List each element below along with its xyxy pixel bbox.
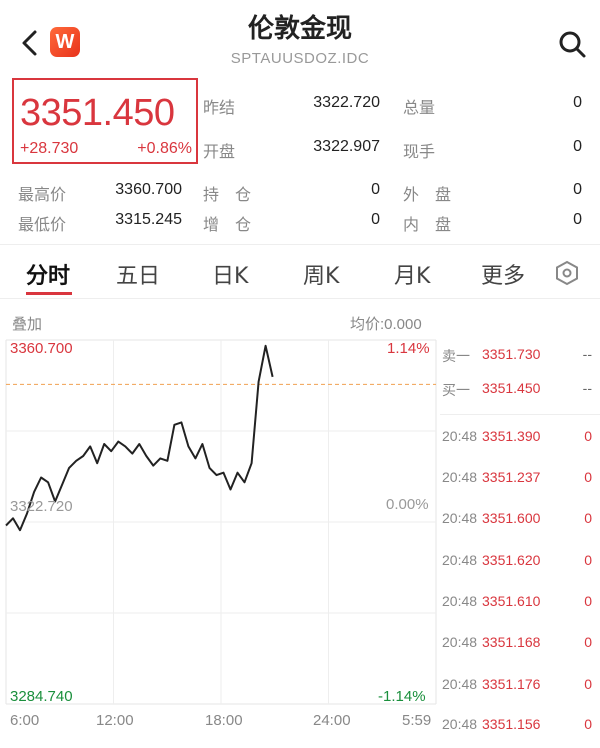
period-tabs: 分时 五日 日K 周K 月K 更多 [0,248,600,298]
tick-time: 20:48 [442,552,478,568]
tab-daily-k[interactable]: 日K [212,258,248,290]
time-label: 5:59 [402,712,432,729]
tick-time: 20:48 [442,593,478,609]
add-value: 0 [371,211,380,228]
tick-volume: 0 [584,428,592,444]
inner-value: 0 [573,211,582,228]
prev-close-value: 3322.720 [313,94,380,111]
ask-volume: -- [582,346,592,362]
tab-intraday[interactable]: 分时 [26,258,70,290]
tick-price: 3351.610 [482,593,541,609]
price-change-pct: +0.86% [137,140,192,157]
price-change: +28.730 [20,140,79,157]
tick-volume: 0 [584,676,592,692]
chart-top-price: 3360.700 [10,340,73,357]
time-label: 24:00 [313,712,351,729]
settings-hex-icon[interactable] [554,260,580,286]
page-title: 伦敦金现 [247,14,352,44]
tick-price: 3351.168 [482,634,541,650]
add-label: 增 仓 [203,217,252,234]
ask-price: 3351.730 [482,346,541,362]
tick-time: 20:48 [442,428,478,444]
active-tab-indicator [26,292,72,295]
divider [0,298,600,299]
time-label: 12:00 [96,712,134,729]
tick-price: 3351.390 [482,428,541,444]
ask-row: 卖一 3351.730 -- [440,346,600,366]
tick-price: 3351.156 [482,716,541,732]
tick-time: 20:48 [442,510,478,526]
tick-row: 20:48 3351.600 0 [440,510,600,530]
tick-volume: 0 [584,634,592,650]
bid-row: 买一 3351.450 -- [440,380,600,400]
tab-five-day[interactable]: 五日 [116,258,160,290]
volume-label: 总量 [403,100,436,117]
open-value: 3322.907 [313,138,380,155]
tick-time: 20:48 [442,634,478,650]
tick-time: 20:48 [442,716,478,732]
prev-close-label: 昨结 [203,100,236,117]
bid-label: 买一 [442,382,470,398]
tab-monthly-k[interactable]: 月K [394,258,430,290]
search-icon[interactable] [556,28,588,60]
tab-more[interactable]: 更多 [481,258,525,290]
intraday-chart[interactable] [0,336,440,710]
ask-label: 卖一 [442,348,470,364]
outer-value: 0 [573,181,582,198]
tick-row: 20:48 3351.156 0 [440,716,600,736]
time-label: 6:00 [10,712,40,729]
chart-top-pct: 1.14% [387,340,430,357]
low-label: 最低价 [18,217,67,234]
inner-label: 内 盘 [403,217,452,234]
tab-weekly-k[interactable]: 周K [303,258,339,290]
tick-row: 20:48 3351.610 0 [440,593,600,613]
chart-bottom-price: 3284.740 [10,688,73,705]
overlay-button[interactable]: 叠加 [12,313,42,334]
hand-label: 现手 [403,144,436,161]
hand-value: 0 [573,138,582,155]
divider [0,244,600,245]
tick-price: 3351.620 [482,552,541,568]
tick-price: 3351.600 [482,510,541,526]
tick-row: 20:48 3351.390 0 [440,428,600,448]
divider [440,414,600,415]
bid-volume: -- [582,380,592,396]
symbol-code: SPTAUUSDOZ.IDC [230,50,370,67]
low-value: 3315.245 [115,211,182,228]
tick-row: 20:48 3351.176 0 [440,676,600,696]
tick-time: 20:48 [442,469,478,485]
tick-price: 3351.176 [482,676,541,692]
chart-mid-price: 3322.720 [10,498,73,515]
avg-price-label: 均价:0.000 [350,316,422,333]
high-label: 最高价 [18,187,67,204]
tick-volume: 0 [584,552,592,568]
open-label: 开盘 [203,144,236,161]
chart-bottom-pct: -1.14% [378,688,426,705]
tick-volume: 0 [584,593,592,609]
tick-volume: 0 [584,510,592,526]
bid-price: 3351.450 [482,380,541,396]
tick-volume: 0 [584,716,592,732]
time-label: 18:00 [205,712,243,729]
last-price: 3351.450 [20,92,175,134]
outer-label: 外 盘 [403,187,452,204]
hold-value: 0 [371,181,380,198]
chart-mid-pct: 0.00% [386,496,429,513]
high-value: 3360.700 [115,181,182,198]
price-box: 3351.450 +28.730 +0.86% [12,78,198,164]
tick-row: 20:48 3351.237 0 [440,469,600,489]
tick-row: 20:48 3351.168 0 [440,634,600,654]
tick-volume: 0 [584,469,592,485]
volume-value: 0 [573,94,582,111]
tick-time: 20:48 [442,676,478,692]
header: W 伦敦金现 SPTAUUSDOZ.IDC [0,0,600,76]
tick-price: 3351.237 [482,469,541,485]
tick-row: 20:48 3351.620 0 [440,552,600,572]
hold-label: 持 仓 [203,187,252,204]
